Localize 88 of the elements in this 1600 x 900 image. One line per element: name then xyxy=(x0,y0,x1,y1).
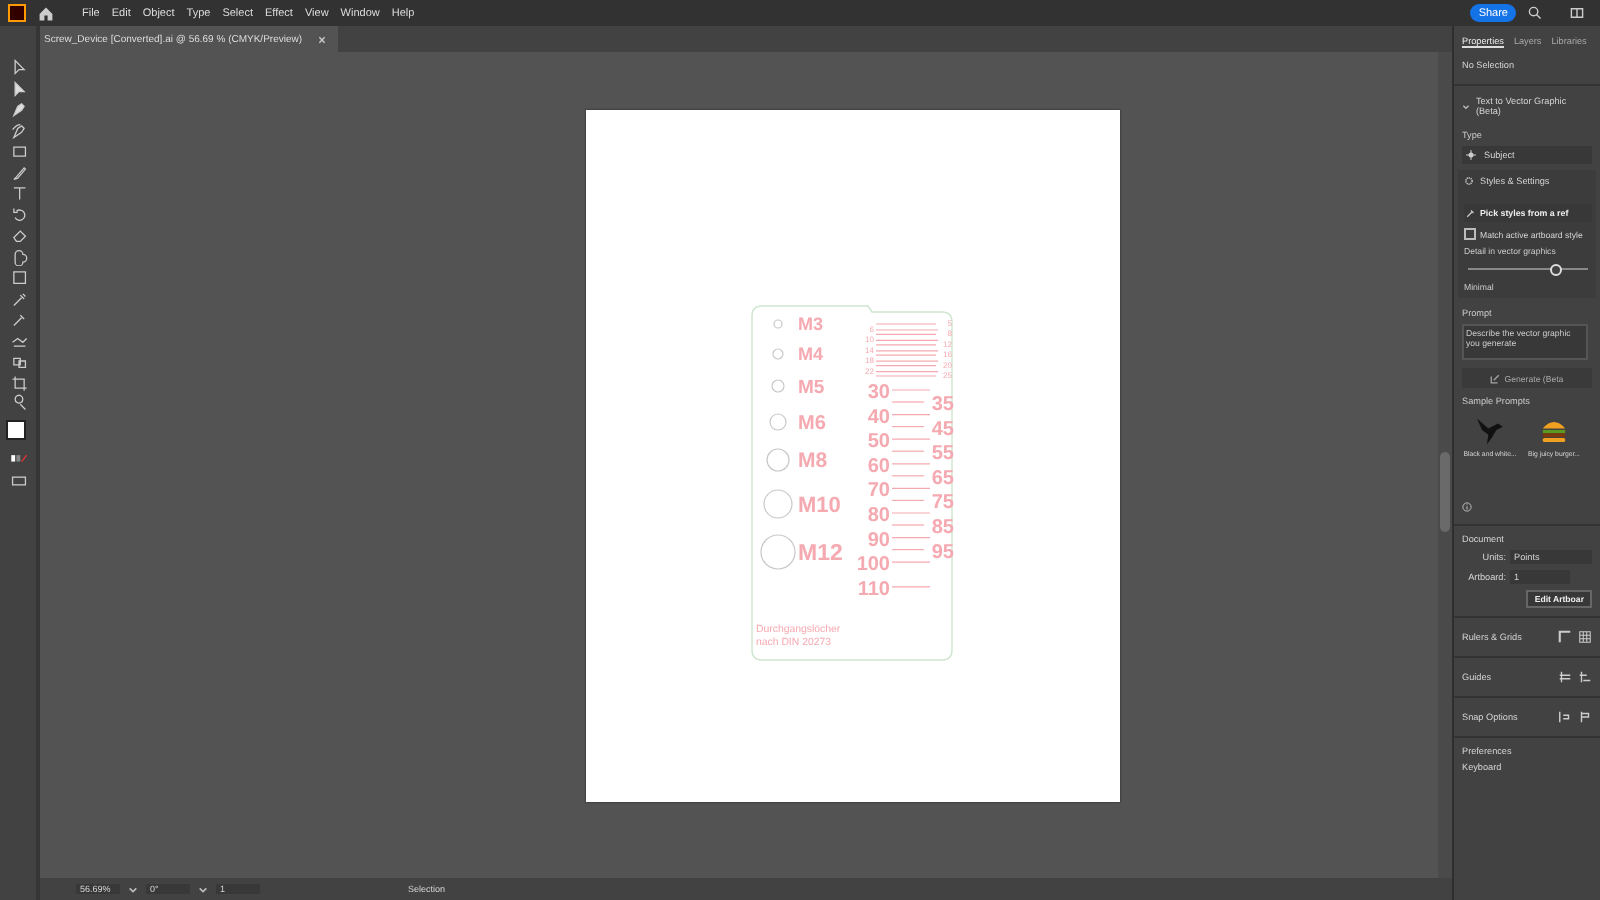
snap-icon[interactable] xyxy=(1558,710,1572,724)
size-label: M4 xyxy=(798,344,824,365)
hole-circle xyxy=(772,348,784,360)
scale-label: 90 xyxy=(867,529,890,552)
tick-line xyxy=(891,389,931,391)
hole-circle xyxy=(773,319,783,329)
tick-line xyxy=(891,561,931,563)
fill-stroke-swatch[interactable] xyxy=(6,419,30,443)
hole-circle xyxy=(766,448,790,472)
eraser-icon[interactable] xyxy=(9,226,27,244)
selection-arrow-icon[interactable] xyxy=(9,58,27,76)
tick-line xyxy=(875,365,937,367)
hole-circle xyxy=(760,534,796,570)
tick-line xyxy=(891,414,931,416)
size-label: M10 xyxy=(798,493,841,518)
scale-label: 30 xyxy=(867,382,890,404)
color-mode-icon[interactable] xyxy=(9,450,27,468)
brush-icon[interactable] xyxy=(9,163,27,181)
scale-label: 35 xyxy=(931,394,954,416)
eyedropper-icon xyxy=(1466,208,1476,218)
home-icon[interactable] xyxy=(38,5,54,21)
caret-icon[interactable] xyxy=(128,885,138,893)
scale-label: 45 xyxy=(931,418,954,441)
tick-line xyxy=(891,401,925,403)
tick-line xyxy=(891,426,925,428)
scale-label: 100 xyxy=(856,554,890,577)
scale-label: 60 xyxy=(867,455,890,478)
tick-line xyxy=(891,438,931,440)
pen-icon[interactable] xyxy=(9,100,27,118)
tick-line xyxy=(891,586,931,588)
search-icon[interactable] xyxy=(1528,6,1542,20)
slider-thumb[interactable] xyxy=(1550,264,1563,276)
artboard-icon[interactable] xyxy=(9,373,27,391)
tick-line xyxy=(891,512,931,514)
tick-line xyxy=(875,323,937,325)
size-label: M12 xyxy=(798,542,843,567)
guides-icon[interactable] xyxy=(1558,670,1572,684)
hole-circle xyxy=(769,413,787,431)
scale-label: 85 xyxy=(931,517,954,539)
tick-line xyxy=(891,499,925,501)
grid-icon[interactable] xyxy=(1578,630,1592,644)
scale-label: 70 xyxy=(867,480,890,503)
screen-mode-icon[interactable] xyxy=(9,471,27,489)
size-label: M6 xyxy=(798,413,826,435)
subject-icon xyxy=(1466,150,1476,160)
scale-label: 65 xyxy=(931,467,954,490)
tick-line xyxy=(891,450,925,452)
rectangle-icon[interactable] xyxy=(9,142,27,160)
caret-icon[interactable] xyxy=(198,885,208,893)
snap-icon[interactable] xyxy=(1578,710,1592,724)
close-icon[interactable] xyxy=(318,35,327,43)
tick-line xyxy=(875,360,939,362)
tick-line xyxy=(891,537,931,539)
size-label: M3 xyxy=(798,314,824,335)
scale-label: 80 xyxy=(867,505,890,527)
scrollbar-thumb[interactable] xyxy=(1440,452,1450,532)
tick-line xyxy=(875,344,937,346)
guides-icon[interactable] xyxy=(1578,670,1592,684)
eyedropper-icon[interactable] xyxy=(9,289,27,307)
generate-icon xyxy=(1490,373,1501,383)
rotate-icon[interactable] xyxy=(9,205,27,223)
checkbox[interactable] xyxy=(1464,228,1476,240)
tick-line xyxy=(891,487,931,489)
tick-line xyxy=(891,524,925,526)
scale-label: 40 xyxy=(867,406,890,429)
direct-selection-icon[interactable] xyxy=(9,79,27,97)
type-icon[interactable] xyxy=(9,184,27,202)
scale-label: 110 xyxy=(857,578,890,601)
size-label: M5 xyxy=(798,376,825,399)
tick-line xyxy=(875,339,939,341)
chevron-icon[interactable] xyxy=(1462,103,1470,109)
layout-icon[interactable] xyxy=(1570,6,1584,20)
eyedropper-icon[interactable] xyxy=(9,310,27,328)
hole-circle xyxy=(771,379,785,393)
app-logo-icon[interactable] xyxy=(8,4,26,22)
curvature-pen-icon[interactable] xyxy=(9,121,27,139)
scale-label: 55 xyxy=(931,443,954,466)
tick-line xyxy=(891,463,931,465)
size-label: M8 xyxy=(798,449,828,474)
scale-label: 75 xyxy=(931,492,954,515)
scale-label: 50 xyxy=(867,431,890,454)
scale-label: 95 xyxy=(931,541,954,564)
tick-line xyxy=(891,475,925,477)
tick-line xyxy=(891,549,925,551)
hole-circle xyxy=(763,489,793,519)
zoom-icon[interactable] xyxy=(9,394,27,412)
info-icon[interactable] xyxy=(1462,502,1472,512)
ruler-icon[interactable] xyxy=(1558,630,1572,644)
